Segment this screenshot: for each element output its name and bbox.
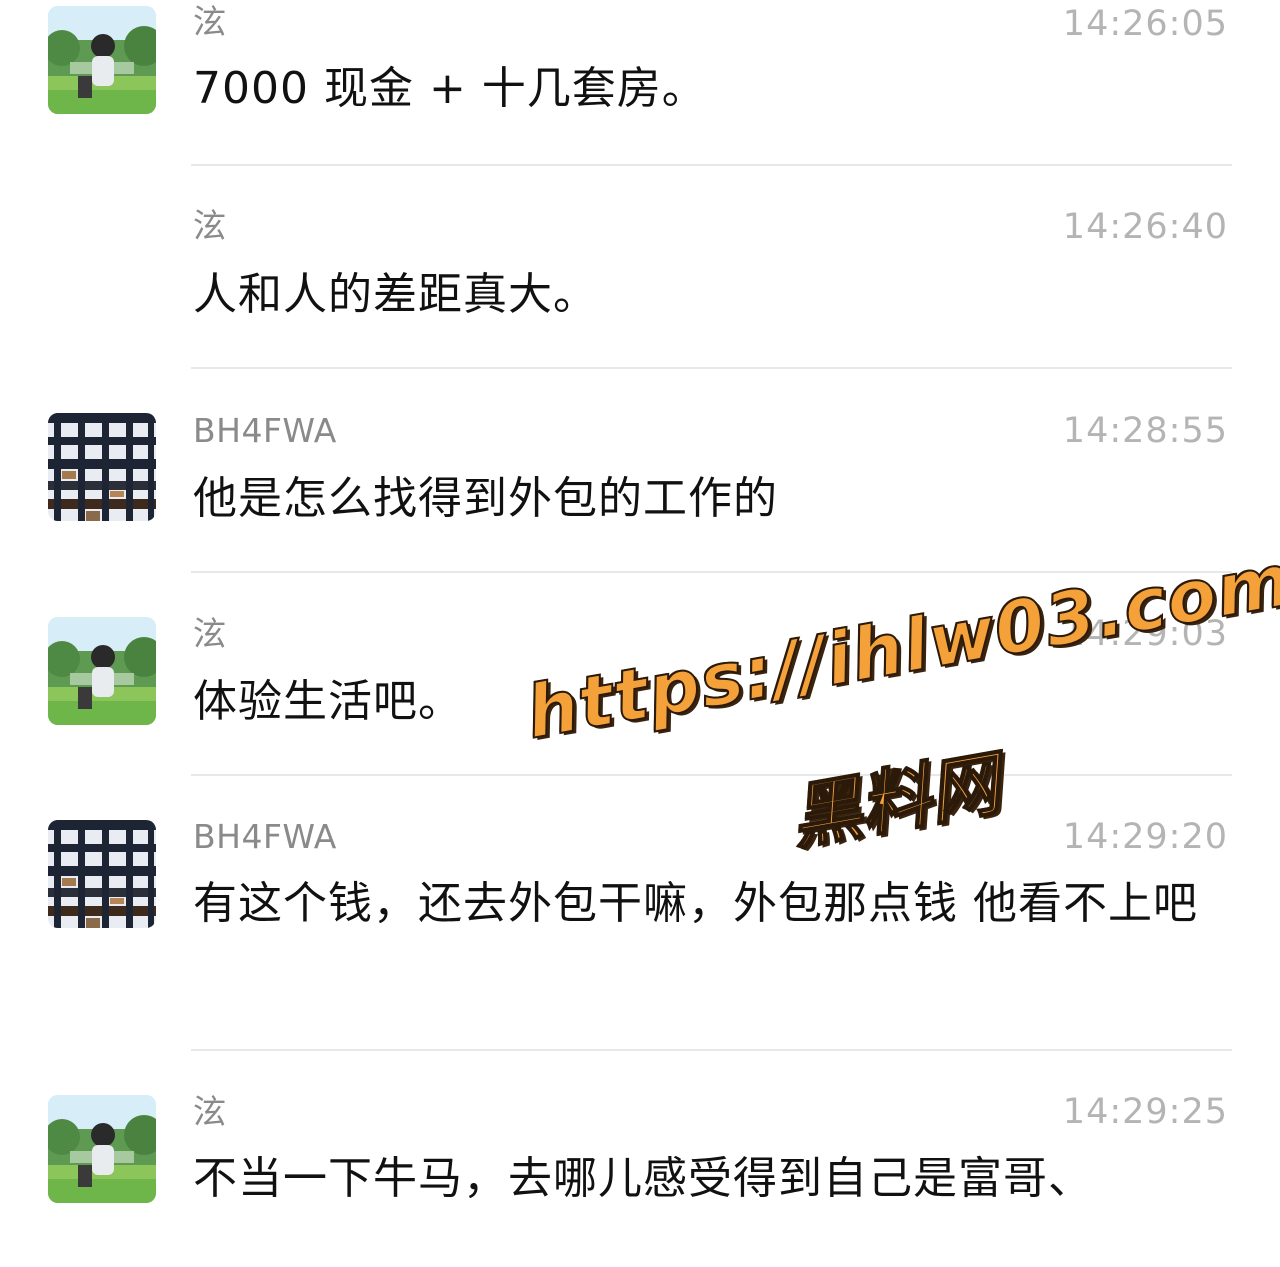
message-time: 14:28:55: [1062, 411, 1228, 451]
message-item[interactable]: 泫 14:29:25 不当一下牛马，去哪儿感受得到自己是富哥、: [0, 1052, 1280, 1267]
message-text[interactable]: 他是怎么找得到外包的工作的: [193, 466, 1233, 532]
message-time: 14:29:20: [1062, 817, 1228, 857]
avatar[interactable]: [48, 820, 156, 928]
avatar[interactable]: [48, 1095, 156, 1203]
message-item[interactable]: BH4FWA 14:29:20 有这个钱，还去外包干嘛，外包那点钱 他看不上吧: [0, 776, 1280, 1050]
sender-name: 泫: [193, 614, 227, 653]
message-item[interactable]: 泫 14:26:40 人和人的差距真大。: [0, 166, 1280, 368]
anime-boy-avatar-icon: [48, 6, 156, 114]
sender-name: BH4FWA: [193, 411, 337, 450]
anime-boy-avatar-icon: [48, 617, 156, 725]
sender-name: BH4FWA: [193, 817, 337, 856]
message-text[interactable]: 体验生活吧。: [193, 669, 1233, 735]
anime-boy-avatar-icon: [48, 1095, 156, 1203]
avatar[interactable]: [48, 6, 156, 114]
sender-name: 泫: [193, 1092, 227, 1131]
avatar[interactable]: [48, 617, 156, 725]
sender-name: 泫: [193, 206, 227, 245]
divider: [191, 367, 1232, 369]
building-grid-avatar-icon: [48, 820, 156, 928]
avatar[interactable]: [48, 413, 156, 521]
message-item[interactable]: 泫 14:26:05 7000 现金 + 十几套房。: [0, 0, 1280, 166]
message-text[interactable]: 人和人的差距真大。: [193, 262, 1233, 328]
message-time: 14:29:25: [1062, 1092, 1228, 1132]
message-time: 14:26:05: [1062, 4, 1228, 44]
message-item[interactable]: BH4FWA 14:28:55 他是怎么找得到外包的工作的: [0, 370, 1280, 572]
divider: [191, 1049, 1232, 1051]
building-grid-avatar-icon: [48, 413, 156, 521]
message-text[interactable]: 7000 现金 + 十几套房。: [193, 56, 1233, 122]
message-text[interactable]: 不当一下牛马，去哪儿感受得到自己是富哥、: [193, 1146, 1233, 1212]
message-text[interactable]: 有这个钱，还去外包干嘛，外包那点钱 他看不上吧: [193, 871, 1233, 937]
sender-name: 泫: [193, 2, 227, 41]
message-time: 14:29:03: [1062, 614, 1228, 654]
message-time: 14:26:40: [1062, 207, 1228, 247]
message-item[interactable]: 泫 14:29:03 体验生活吧。: [0, 573, 1280, 775]
